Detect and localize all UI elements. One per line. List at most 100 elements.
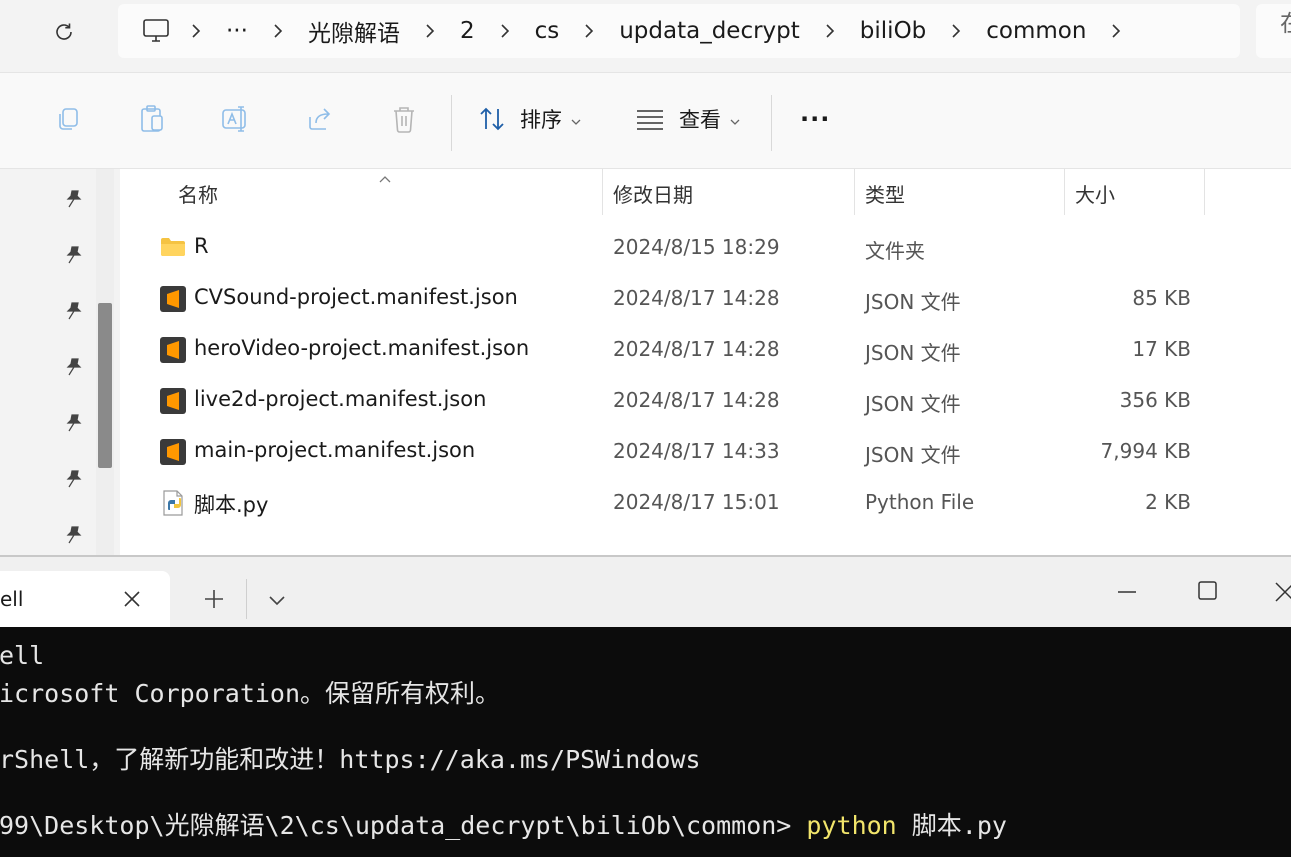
python-file-icon	[160, 490, 186, 516]
address-bar[interactable]: ··· 光隙解语 2 cs updata_decrypt biliOb comm…	[118, 4, 1240, 58]
file-list: 名称 修改日期 类型 大小 R 2024/8/15 18:29 文件夹 CVSo…	[120, 169, 1291, 557]
view-button[interactable]: 查看	[635, 101, 741, 137]
share-icon[interactable]	[304, 103, 336, 135]
file-size: 17 KB	[1132, 337, 1191, 361]
sort-ascending-icon	[378, 169, 392, 188]
breadcrumb-more[interactable]: ···	[222, 18, 252, 44]
refresh-icon[interactable]	[48, 16, 80, 48]
pin-icon[interactable]	[64, 301, 84, 321]
terminal-line: ell	[0, 641, 45, 670]
file-row[interactable]: R 2024/8/15 18:29 文件夹	[120, 223, 1291, 273]
file-row[interactable]: live2d-project.manifest.json 2024/8/17 1…	[120, 376, 1291, 426]
file-date: 2024/8/17 14:33	[613, 439, 780, 463]
file-date: 2024/8/17 15:01	[613, 490, 780, 514]
pin-icon[interactable]	[64, 245, 84, 265]
file-row[interactable]: heroVideo-project.manifest.json 2024/8/1…	[120, 325, 1291, 375]
file-name: main-project.manifest.json	[194, 438, 476, 462]
column-header-name[interactable]: 名称	[178, 169, 218, 217]
file-type: JSON 文件	[865, 341, 961, 365]
search-box[interactable]: 在	[1256, 4, 1291, 58]
close-window-icon[interactable]	[1270, 577, 1291, 607]
copy-icon[interactable]	[52, 103, 84, 135]
terminal-argument: 脚本.py	[896, 811, 1007, 840]
breadcrumb-item[interactable]: biliOb	[856, 18, 930, 44]
file-row[interactable]: 脚本.py 2024/8/17 15:01 Python File 2 KB	[120, 478, 1291, 528]
chevron-right-icon[interactable]	[950, 23, 962, 39]
chevron-right-icon[interactable]	[499, 23, 511, 39]
terminal-tab[interactable]: ell	[0, 571, 170, 627]
column-divider[interactable]	[854, 169, 855, 215]
chevron-down-icon	[570, 107, 582, 131]
file-name: R	[194, 234, 209, 258]
terminal-prompt-line[interactable]: 99\Desktop\光隙解语\2\cs\updata_decrypt\bili…	[0, 806, 1007, 842]
pin-icon[interactable]	[64, 189, 84, 209]
file-row[interactable]: main-project.manifest.json 2024/8/17 14:…	[120, 427, 1291, 477]
address-row: ··· 光隙解语 2 cs updata_decrypt biliOb comm…	[0, 0, 1291, 72]
column-header-size[interactable]: 大小	[1075, 169, 1115, 217]
chevron-right-icon[interactable]	[424, 23, 436, 39]
this-pc-icon[interactable]	[142, 18, 170, 44]
sublime-json-icon	[160, 388, 186, 414]
file-size: 356 KB	[1119, 388, 1191, 412]
column-divider[interactable]	[1064, 169, 1065, 215]
delete-icon[interactable]	[388, 103, 420, 135]
pin-icon[interactable]	[64, 525, 84, 545]
chevron-down-icon[interactable]	[264, 587, 290, 613]
file-name: CVSound-project.manifest.json	[194, 285, 518, 309]
column-divider[interactable]	[602, 169, 603, 215]
terminal-command: python	[806, 811, 897, 840]
chevron-right-icon[interactable]	[1110, 23, 1122, 39]
file-size: 7,994 KB	[1100, 439, 1191, 463]
sort-icon	[478, 106, 508, 132]
file-date: 2024/8/15 18:29	[613, 235, 780, 259]
sublime-json-icon	[160, 286, 186, 312]
chevron-right-icon[interactable]	[824, 23, 836, 39]
breadcrumb-item[interactable]: 2	[456, 18, 479, 44]
breadcrumb-item[interactable]: 光隙解语	[304, 14, 404, 48]
sublime-json-icon	[160, 439, 186, 465]
new-tab-icon[interactable]	[200, 585, 228, 613]
command-bar: 排序 查看 ···	[0, 73, 1291, 168]
file-row[interactable]: CVSound-project.manifest.json 2024/8/17 …	[120, 274, 1291, 324]
minimize-icon[interactable]	[1114, 579, 1140, 605]
tab-title: ell	[0, 587, 24, 611]
file-name: heroVideo-project.manifest.json	[194, 336, 530, 360]
terminal-line: icrosoft Corporation。保留所有权利。	[0, 679, 501, 708]
file-size: 85 KB	[1132, 286, 1191, 310]
file-date: 2024/8/17 14:28	[613, 388, 780, 412]
view-label: 查看	[679, 108, 721, 132]
file-date: 2024/8/17 14:28	[613, 337, 780, 361]
file-name: live2d-project.manifest.json	[194, 387, 487, 411]
folder-icon	[160, 235, 186, 261]
more-options-button[interactable]: ···	[800, 101, 830, 137]
file-type: Python File	[865, 490, 975, 514]
chevron-right-icon[interactable]	[190, 23, 202, 39]
file-date: 2024/8/17 14:28	[613, 286, 780, 310]
breadcrumb-item[interactable]: cs	[531, 18, 564, 44]
breadcrumb-item[interactable]: updata_decrypt	[615, 18, 804, 44]
file-size: 2 KB	[1145, 490, 1191, 514]
toolbar-divider	[451, 95, 452, 151]
pin-icon[interactable]	[64, 413, 84, 433]
search-placeholder: 在	[1280, 11, 1291, 37]
paste-icon[interactable]	[136, 103, 168, 135]
rename-icon[interactable]	[220, 103, 252, 135]
chevron-right-icon[interactable]	[272, 23, 284, 39]
maximize-icon[interactable]	[1194, 577, 1222, 605]
column-header-date[interactable]: 修改日期	[613, 169, 693, 217]
file-type: 文件夹	[865, 239, 925, 263]
pin-icon[interactable]	[64, 469, 84, 489]
column-divider[interactable]	[1204, 169, 1205, 215]
file-type: JSON 文件	[865, 392, 961, 416]
breadcrumb-item-current[interactable]: common	[982, 18, 1090, 44]
terminal-output[interactable]: ell icrosoft Corporation。保留所有权利。 rShell，…	[0, 627, 1291, 857]
toolbar-divider	[771, 95, 772, 151]
view-icon	[635, 108, 665, 130]
nav-scrollbar-thumb[interactable]	[98, 303, 112, 468]
close-tab-icon[interactable]	[120, 587, 144, 611]
sublime-json-icon	[160, 337, 186, 363]
pin-icon[interactable]	[64, 357, 84, 377]
column-header-type[interactable]: 类型	[865, 169, 905, 217]
sort-button[interactable]: 排序	[478, 101, 582, 137]
chevron-right-icon[interactable]	[583, 23, 595, 39]
